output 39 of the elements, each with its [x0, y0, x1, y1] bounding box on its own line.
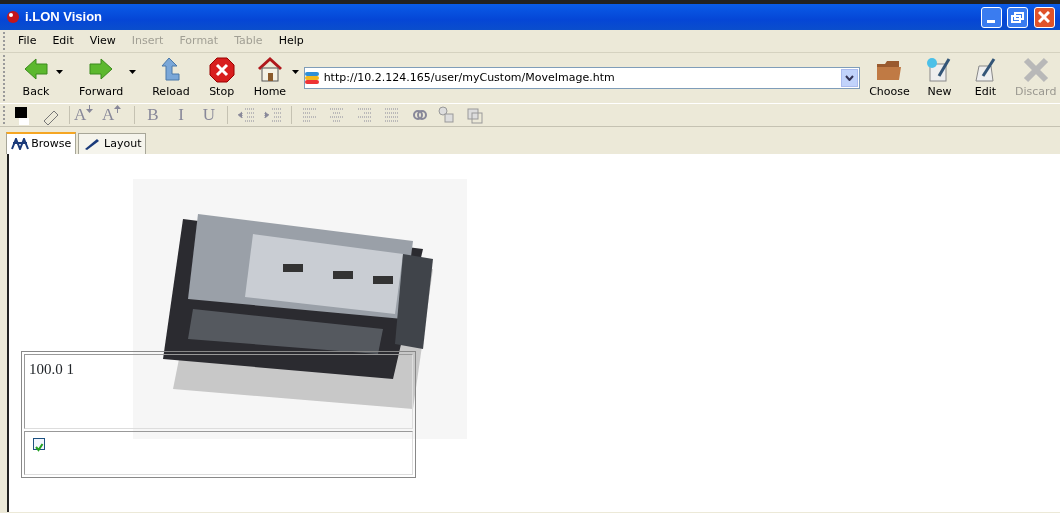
- dropdown-button[interactable]: [840, 69, 858, 87]
- checkbox[interactable]: [33, 438, 45, 450]
- forward-button[interactable]: Forward: [74, 55, 128, 101]
- close-button[interactable]: [1033, 6, 1055, 28]
- reload-button[interactable]: Reload: [148, 55, 194, 101]
- check-icon: [34, 442, 44, 452]
- restore-button[interactable]: [1007, 6, 1028, 28]
- back-button[interactable]: Back: [17, 55, 54, 101]
- app-icon: [5, 10, 20, 24]
- up-arrow-icon: [114, 105, 122, 113]
- stop-button[interactable]: Stop: [203, 55, 240, 101]
- caret-icon[interactable]: [55, 69, 63, 74]
- menu-item[interactable]: Help: [270, 32, 312, 50]
- home-icon: [255, 55, 284, 84]
- stop-icon: [207, 55, 236, 84]
- caret-icon[interactable]: [129, 69, 137, 74]
- menu-item[interactable]: File: [10, 32, 45, 50]
- menu-item[interactable]: Edit: [44, 32, 82, 50]
- edit-button[interactable]: Edit: [965, 55, 1006, 101]
- minimize-icon: [987, 19, 995, 23]
- browse-icon: [10, 137, 29, 150]
- new-button[interactable]: New: [919, 55, 960, 101]
- menu-item[interactable]: View: [81, 32, 124, 50]
- cross-icon: [1021, 55, 1050, 84]
- tab[interactable]: Layout: [78, 132, 147, 154]
- restore-icon: [1011, 11, 1024, 23]
- value-text: 100.0 1: [24, 354, 413, 429]
- caret-icon[interactable]: [292, 69, 300, 74]
- down-arrow-icon: [86, 105, 94, 113]
- address-bar[interactable]: http://10.2.124.165/user/myCustom/MoveImage.htm: [303, 67, 860, 89]
- pen-icon: [83, 137, 102, 150]
- folder-button[interactable]: Choose: [865, 55, 914, 101]
- page-icon: [304, 71, 321, 85]
- close-icon: [1038, 11, 1050, 23]
- window-title: i.LON Vision: [25, 8, 104, 27]
- tab[interactable]: Browse: [5, 131, 77, 154]
- home-button[interactable]: Home: [249, 55, 291, 101]
- chevron-icon: [844, 75, 854, 81]
- minimize-button[interactable]: [980, 6, 1002, 28]
